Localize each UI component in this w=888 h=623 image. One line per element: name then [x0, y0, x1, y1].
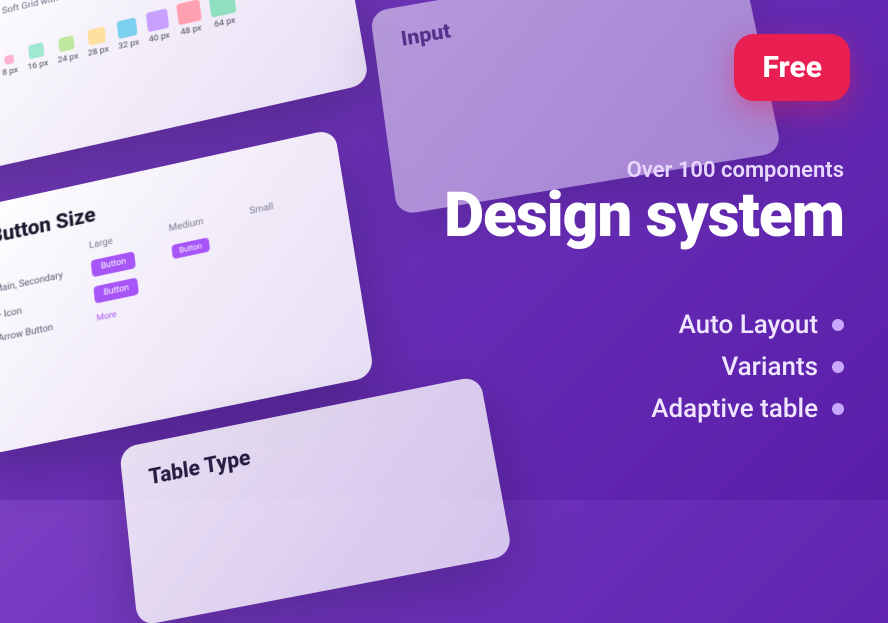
- headline-title: Design system: [444, 185, 844, 247]
- bullet-icon: [832, 319, 844, 331]
- free-badge: Free: [734, 34, 850, 101]
- feature-item: Variants: [651, 352, 844, 382]
- table-title: Table Type: [148, 404, 461, 490]
- features-list: Auto Layout Variants Adaptive table: [651, 310, 844, 436]
- px-row: 4 px 8 px 16 px 24 px 28 px 32 px 40 px …: [0, 0, 327, 84]
- input-title: Input: [400, 0, 721, 51]
- headline: Over 100 components Design system: [444, 158, 844, 247]
- feature-item: Adaptive table: [651, 394, 844, 424]
- bullet-icon: [832, 403, 844, 415]
- feature-item: Auto Layout: [651, 310, 844, 340]
- bullet-icon: [832, 361, 844, 373]
